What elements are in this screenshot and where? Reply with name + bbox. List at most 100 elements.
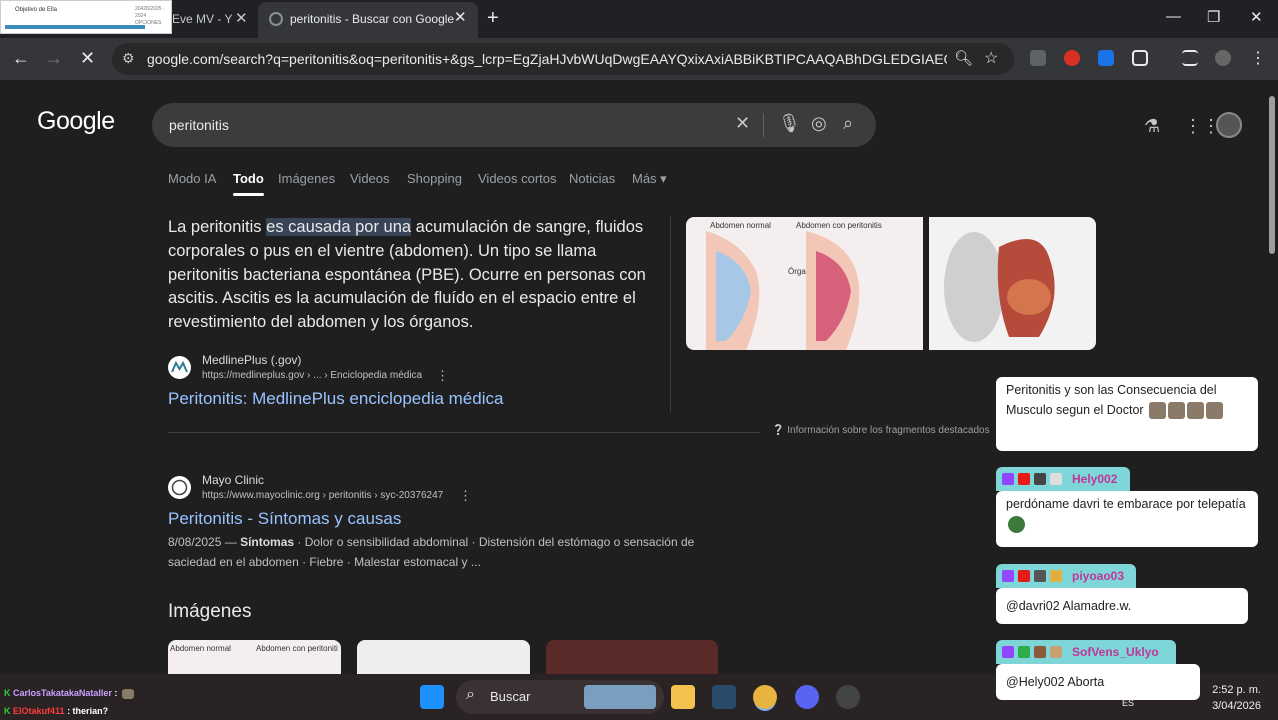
- chrome-icon[interactable]: [753, 685, 777, 709]
- google-logo[interactable]: Google: [37, 107, 115, 136]
- overlay-user: CarlosTakatakaNataller: [13, 688, 112, 698]
- emote-icon: [1008, 516, 1025, 534]
- more-options-icon[interactable]: ⋮: [459, 488, 472, 504]
- chat-message: perdóname davri te embarace por telepatí…: [996, 491, 1258, 547]
- profile-avatar[interactable]: [1215, 50, 1231, 66]
- menu-icon[interactable]: ⋮: [1250, 48, 1266, 68]
- source-url[interactable]: https://medlineplus.gov › ... › Enciclop…: [202, 370, 422, 381]
- labs-flask-icon[interactable]: ⚗: [1144, 116, 1160, 137]
- search-icon: ⌕: [466, 686, 475, 703]
- tab-modo-ia[interactable]: Modo IA: [168, 171, 216, 186]
- organs-anatomy-image[interactable]: [929, 217, 1096, 350]
- close-window-icon[interactable]: ✕: [1250, 8, 1263, 26]
- mod-badge-icon: K: [4, 706, 11, 716]
- featured-link[interactable]: Peritonitis: MedlinePlus enciclopedia mé…: [168, 389, 503, 409]
- divider: [168, 432, 760, 433]
- badge-icon: [1002, 473, 1014, 485]
- search-highlight-image: [584, 685, 656, 709]
- tab-videos[interactable]: Videos: [350, 171, 390, 186]
- lens-icon[interactable]: ◎: [811, 113, 827, 134]
- discord-icon[interactable]: [795, 685, 819, 709]
- chat-username: Hely002: [996, 467, 1130, 491]
- account-avatar[interactable]: [1216, 112, 1242, 138]
- overlay-user: ElOtakuf411: [13, 706, 65, 716]
- badge-icon: [1002, 570, 1014, 582]
- restore-icon[interactable]: ❐: [1207, 8, 1220, 26]
- chat-text: perdóname davri te embarace por telepatí…: [1006, 497, 1246, 511]
- result-url[interactable]: https://www.mayoclinic.org › peritonitis…: [202, 490, 443, 501]
- close-tab-icon[interactable]: ✕: [454, 8, 467, 26]
- bookmark-star-icon[interactable]: ☆: [984, 48, 998, 68]
- badge-icon: [1018, 646, 1030, 658]
- tab-eve-mv[interactable]: Eve MV - Y ✕: [172, 8, 258, 32]
- overlay-chat-line: K ElOtakuf411 : therian?: [4, 706, 108, 716]
- apps-grid-icon[interactable]: ⋮⋮: [1184, 116, 1220, 137]
- tab-todo[interactable]: Todo: [233, 171, 264, 196]
- tab-noticias[interactable]: Noticias: [569, 171, 615, 186]
- abdomen-illustration: [706, 231, 860, 350]
- emote-icon: [1206, 402, 1224, 420]
- overlay-text: :: [114, 688, 118, 698]
- chat-username: piyoao03: [996, 564, 1136, 588]
- result-link[interactable]: Peritonitis - Síntomas y causas: [168, 509, 401, 529]
- system-clock[interactable]: 2:52 p. m. 3/04/2026: [1205, 682, 1261, 714]
- tab-google-search[interactable]: peritonitis - Buscar con Google ✕: [258, 2, 478, 38]
- result-site[interactable]: Mayo Clinic: [202, 473, 264, 487]
- adblock-icon[interactable]: [1064, 50, 1080, 66]
- close-tab-icon[interactable]: ✕: [235, 8, 248, 30]
- mic-icon[interactable]: 🎙︎: [778, 113, 801, 134]
- loading-icon: [269, 12, 283, 26]
- new-tab-icon[interactable]: +: [487, 7, 499, 30]
- badge-icon: [1050, 570, 1062, 582]
- scrollbar-thumb[interactable]: [1269, 96, 1275, 254]
- chat-username-label: SofVens_Uklyo: [1072, 645, 1159, 659]
- media-control-icon[interactable]: [1182, 50, 1198, 66]
- clear-icon[interactable]: ✕: [735, 113, 750, 134]
- tab-mas[interactable]: Más ▾: [632, 171, 667, 187]
- badge-icon: [1018, 570, 1030, 582]
- more-options-icon[interactable]: ⋮: [436, 368, 449, 384]
- browser-tab-bar: Objetivo de Ella 20426/2025 · 2024 OPCIO…: [0, 0, 1278, 38]
- abdomen-diagram-image[interactable]: Abdomen normal Abdomen con peritonitis Ó…: [686, 217, 923, 350]
- league-of-legends-icon[interactable]: [712, 685, 736, 709]
- address-bar[interactable]: ⚙ google.com/search?q=peritonitis&oq=per…: [112, 43, 1014, 75]
- chat-text: @davri02 Alamadre.w.: [1006, 599, 1132, 613]
- tab-videos-cortos[interactable]: Videos cortos: [478, 171, 557, 186]
- file-explorer-icon[interactable]: [671, 685, 695, 709]
- mod-badge-icon: K: [4, 688, 11, 698]
- image-label: Abdomen con peritonitis: [796, 221, 882, 230]
- tab-imagenes[interactable]: Imágenes: [278, 171, 335, 186]
- site-info-icon[interactable]: ⚙: [122, 50, 135, 67]
- puzzle-extensions-icon[interactable]: [1132, 50, 1148, 66]
- search-icon[interactable]: ⌕: [843, 113, 853, 134]
- chat-message: Peritonitis y son las Consecuencia del M…: [996, 377, 1258, 451]
- forward-icon[interactable]: →: [45, 48, 63, 69]
- featured-snippet-info[interactable]: ❔ Información sobre los fragmentos desta…: [772, 425, 990, 436]
- badge-icon: [1002, 646, 1014, 658]
- zoom-icon[interactable]: 🔍︎: [954, 49, 973, 67]
- back-icon[interactable]: ←: [12, 48, 30, 69]
- translate-extension-icon[interactable]: [1098, 50, 1114, 66]
- tab-label: peritonitis - Buscar con Google: [290, 12, 455, 26]
- tab-shopping[interactable]: Shopping: [407, 171, 462, 186]
- window-thumbnail[interactable]: Objetivo de Ella 20426/2025 · 2024 OPCIO…: [0, 0, 172, 34]
- page-scrollbar[interactable]: [1266, 80, 1278, 688]
- url-text[interactable]: google.com/search?q=peritonitis&oq=perit…: [147, 51, 947, 67]
- search-input[interactable]: peritonitis ✕ 🎙︎ ◎ ⌕: [152, 103, 876, 147]
- stop-icon[interactable]: ✕: [80, 48, 95, 69]
- minimize-icon[interactable]: —: [1166, 8, 1181, 25]
- source-site[interactable]: MedlinePlus (.gov): [202, 353, 301, 367]
- thumbnail-bar: [5, 25, 145, 29]
- chat-username: SofVens_Uklyo: [996, 640, 1176, 664]
- extension-icon[interactable]: [1030, 50, 1046, 66]
- windows-start-icon[interactable]: [420, 685, 444, 709]
- chat-text: @Hely002 Aborta: [1006, 675, 1105, 689]
- badge-icon: [1034, 473, 1046, 485]
- taskbar-search[interactable]: ⌕ Buscar: [456, 680, 664, 714]
- search-query[interactable]: peritonitis: [169, 117, 229, 133]
- chat-username-label: Hely002: [1072, 472, 1118, 486]
- overlay-chat-line: K CarlosTakatakaNataller :: [4, 688, 134, 699]
- obs-icon[interactable]: [836, 685, 860, 709]
- image-label: Abdomen con peritonitis: [256, 644, 338, 653]
- badge-icon: [1050, 646, 1062, 658]
